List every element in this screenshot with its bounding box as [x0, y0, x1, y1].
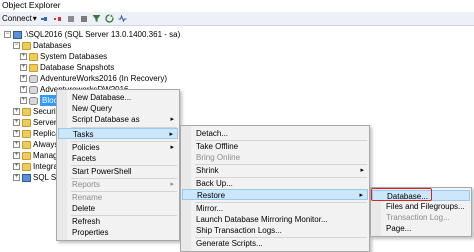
- server-label: .\SQL2016 (SQL Server 13.0.1400.361 - sa…: [24, 30, 181, 39]
- tree-node-database-snapshots[interactable]: + Database Snapshots: [20, 62, 114, 73]
- folder-icon: [22, 129, 31, 138]
- expand-icon[interactable]: +: [13, 141, 20, 148]
- menu-item-facets[interactable]: Facets: [58, 153, 178, 164]
- adventureworks2016-label: AdventureWorks2016 (In Recovery): [40, 74, 168, 83]
- expand-icon[interactable]: +: [13, 174, 20, 181]
- submenu-arrow-icon: ▸: [170, 144, 174, 151]
- menu-item-policies[interactable]: Policies ▸: [58, 142, 178, 153]
- submenu-arrow-icon: ▸: [170, 116, 174, 123]
- folder-icon: [22, 107, 31, 116]
- menu-item-restore-transaction-log: Transaction Log...: [386, 213, 450, 222]
- menu-item-new-database[interactable]: New Database...: [58, 92, 178, 103]
- expand-icon[interactable]: +: [13, 163, 20, 170]
- connect-dropdown-icon[interactable]: ▾: [33, 14, 37, 23]
- disconnect-icon[interactable]: [53, 14, 63, 24]
- database-icon: [29, 74, 38, 83]
- menu-item-label: Shrink: [196, 166, 219, 175]
- menu-item-delete[interactable]: Delete: [58, 203, 178, 214]
- menu-item-restore[interactable]: Restore ▸: [182, 189, 368, 200]
- menu-item-label: Restore: [197, 191, 226, 200]
- expand-icon[interactable]: +: [13, 108, 20, 115]
- submenu-arrow-icon: ▸: [360, 167, 364, 174]
- menu-item-reports: Reports ▸: [58, 179, 178, 190]
- collapse-icon[interactable]: −: [4, 31, 11, 38]
- folder-icon: [22, 162, 31, 171]
- activity-monitor-icon[interactable]: [118, 14, 128, 24]
- system-databases-label: System Databases: [40, 52, 108, 61]
- tree-node-adventureworks2016[interactable]: + AdventureWorks2016 (In Recovery): [20, 73, 167, 84]
- menu-item-label: Tasks: [73, 130, 94, 139]
- database-icon: [29, 85, 38, 94]
- stop-icon[interactable]: [66, 14, 76, 24]
- menu-item-restore-files-filegroups[interactable]: Files and Filegroups...: [372, 201, 470, 212]
- menu-item-new-query[interactable]: New Query: [58, 103, 178, 114]
- menu-item-ship-transaction-logs[interactable]: Ship Transaction Logs...: [182, 225, 368, 236]
- menu-item-generate-scripts[interactable]: Generate Scripts...: [182, 238, 368, 249]
- agent-icon: [22, 173, 31, 182]
- expand-icon[interactable]: +: [13, 119, 20, 126]
- folder-icon: [22, 140, 31, 149]
- collapse-icon[interactable]: −: [13, 42, 20, 49]
- menu-item-bring-online: Bring Online: [196, 153, 241, 162]
- filter-icon[interactable]: [92, 14, 102, 24]
- database-icon: [29, 96, 38, 105]
- tree-node-security[interactable]: + Security: [13, 106, 62, 117]
- server-icon: [13, 30, 22, 39]
- connect-button[interactable]: Connect ▾: [2, 14, 37, 23]
- menu-item-shrink[interactable]: Shrink ▸: [182, 165, 368, 176]
- folder-icon: [22, 41, 31, 50]
- annotation-highlight-box: [371, 188, 432, 201]
- menu-item-restore-page[interactable]: Page...: [372, 223, 470, 234]
- folder-icon: [22, 151, 31, 160]
- refresh-icon[interactable]: [105, 14, 115, 24]
- databases-label: Databases: [33, 41, 72, 50]
- object-explorer-toolbar: Connect ▾: [0, 12, 474, 26]
- folder-icon: [29, 63, 38, 72]
- submenu-arrow-icon: ▸: [169, 131, 173, 138]
- expand-icon[interactable]: +: [20, 97, 27, 104]
- folder-icon: [29, 52, 38, 61]
- object-explorer-title: Object Explorer: [0, 0, 474, 12]
- menu-item-properties[interactable]: Properties: [58, 227, 178, 238]
- connect-plug-icon[interactable]: [40, 14, 50, 24]
- submenu-arrow-icon: ▸: [170, 181, 174, 188]
- database-snapshots-label: Database Snapshots: [40, 63, 115, 72]
- submenu-arrow-icon: ▸: [359, 192, 363, 199]
- expand-icon[interactable]: +: [20, 53, 27, 60]
- menu-item-label: Script Database as: [72, 115, 140, 124]
- menu-item-label: Reports: [72, 180, 101, 189]
- menu-item-detach[interactable]: Detach...: [182, 128, 368, 139]
- tree-node-databases[interactable]: − Databases: [13, 40, 71, 51]
- connect-label: Connect: [2, 14, 32, 23]
- menu-item-rename: Rename: [72, 193, 103, 202]
- menu-item-refresh[interactable]: Refresh: [58, 216, 178, 227]
- expand-icon[interactable]: +: [20, 75, 27, 82]
- menu-item-launch-mirroring-monitor[interactable]: Launch Database Mirroring Monitor...: [182, 214, 368, 225]
- database-context-menu: New Database... New Query Script Databas…: [56, 89, 180, 241]
- tasks-submenu: Detach... Take Offline Bring Online Shri…: [180, 125, 370, 252]
- expand-icon[interactable]: +: [13, 130, 20, 137]
- menu-item-start-powershell[interactable]: Start PowerShell: [58, 166, 178, 177]
- menu-item-tasks[interactable]: Tasks ▸: [58, 128, 178, 139]
- tree-node-server[interactable]: − .\SQL2016 (SQL Server 13.0.1400.361 - …: [4, 29, 180, 40]
- menu-item-mirror[interactable]: Mirror...: [182, 203, 368, 214]
- expand-icon[interactable]: +: [20, 86, 27, 93]
- menu-item-script-database-as[interactable]: Script Database as ▸: [58, 114, 178, 125]
- expand-icon[interactable]: +: [13, 152, 20, 159]
- tree-node-system-databases[interactable]: + System Databases: [20, 51, 107, 62]
- folder-icon: [22, 118, 31, 127]
- menu-item-label: Policies: [72, 143, 100, 152]
- menu-item-back-up[interactable]: Back Up...: [182, 178, 368, 189]
- expand-icon[interactable]: +: [20, 64, 27, 71]
- menu-item-take-offline[interactable]: Take Offline: [182, 141, 368, 152]
- stop-square-icon[interactable]: [79, 14, 89, 24]
